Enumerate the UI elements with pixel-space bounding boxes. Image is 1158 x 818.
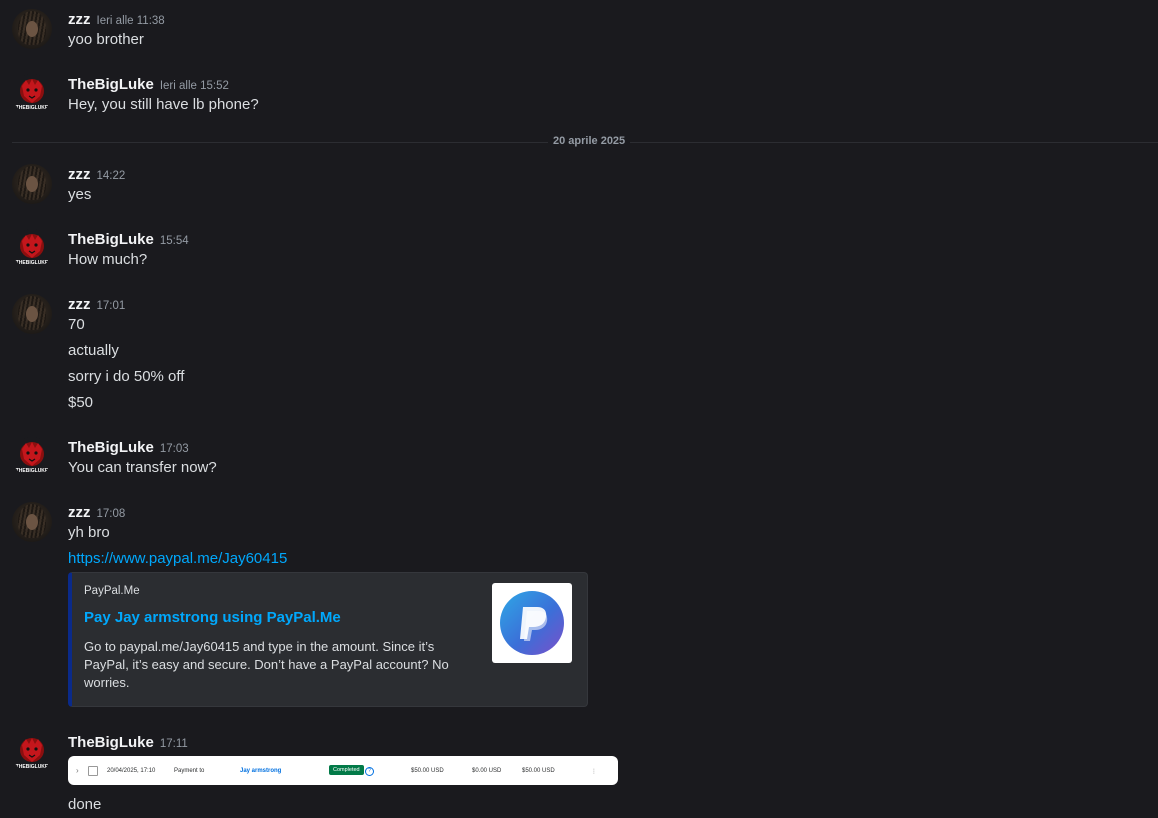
author-name[interactable]: TheBigLuke (68, 734, 154, 751)
more-options-icon: ⋮ (591, 769, 597, 775)
chevron-right-icon: › (76, 766, 79, 775)
avatar-zzz[interactable] (12, 502, 52, 542)
message-text: yoo brother (68, 31, 144, 48)
author-name[interactable]: zzz (68, 11, 91, 28)
embed-description: Go to paypal.me/Jay60415 and type in the… (84, 639, 449, 690)
lion-logo-icon: THEBIGLUKE (16, 738, 49, 770)
message-text: $50 (68, 394, 94, 411)
author-name[interactable]: zzz (68, 166, 91, 183)
payment-net: $50.00 USD (522, 768, 555, 774)
avatar-thebigluke[interactable]: THEBIGLUKE (12, 437, 52, 477)
payment-fee: $0.00 USD (472, 768, 502, 774)
message-text: done (68, 796, 102, 813)
help-icon: ? (365, 767, 374, 776)
message-text: sorry i do 50% off (68, 368, 185, 385)
svg-text:THEBIGLUKE: THEBIGLUKE (16, 260, 49, 266)
author-name[interactable]: zzz (68, 296, 91, 313)
message-text: How much? (68, 251, 148, 268)
lion-logo-icon: THEBIGLUKE (16, 442, 49, 474)
author-name[interactable]: TheBigLuke (68, 439, 154, 456)
avatar-zzz[interactable] (12, 294, 52, 334)
embed-title-link[interactable]: Pay Jay armstrong using PayPal.Me (84, 609, 341, 626)
message-header: zzz 17:08 (68, 504, 125, 522)
timestamp: 17:01 (96, 300, 126, 312)
message-text: You can transfer now? (68, 459, 217, 476)
timestamp: Ieri alle 15:52 (159, 80, 229, 92)
timestamp: 15:54 (159, 235, 189, 247)
message-text: 70 (68, 316, 85, 333)
message-text: yes (68, 186, 92, 203)
author-name[interactable]: TheBigLuke (68, 76, 154, 93)
message-header: zzz 17:01 (68, 296, 125, 314)
avatar-zzz[interactable] (12, 9, 52, 49)
avatar-zzz[interactable] (12, 164, 52, 204)
timestamp: 14:22 (96, 170, 126, 182)
payment-screenshot-attachment[interactable]: › 20/04/2025, 17:10 Payment to Jay armst… (68, 756, 618, 785)
timestamp: 17:03 (159, 443, 189, 455)
payment-date: 20/04/2025, 17:10 (107, 768, 156, 774)
paypal-link[interactable]: https://www.paypal.me/Jay60415 (68, 550, 287, 567)
svg-text:THEBIGLUKE: THEBIGLUKE (16, 764, 49, 770)
checkbox-icon (88, 766, 98, 776)
message-header: TheBigLuke 17:03 (68, 439, 189, 457)
message-header: TheBigLuke 17:11 (68, 734, 188, 752)
lion-logo-icon: THEBIGLUKE (16, 234, 49, 266)
timestamp: Ieri alle 11:38 (96, 15, 165, 27)
status-badge: Completed (329, 765, 364, 775)
author-name[interactable]: TheBigLuke (68, 231, 154, 248)
timestamp: 17:08 (96, 508, 126, 520)
message-text: actually (68, 342, 119, 359)
message-text: yh bro (68, 524, 110, 541)
payment-recipient: Jay armstrong (240, 768, 282, 774)
payment-gross: $50.00 USD (411, 768, 444, 774)
message-header: zzz 14:22 (68, 166, 125, 184)
timestamp: 17:11 (159, 738, 188, 750)
embed-provider[interactable]: PayPal.Me (84, 585, 140, 597)
avatar-thebigluke[interactable]: THEBIGLUKE (12, 229, 52, 269)
date-divider-label: 20 aprile 2025 (548, 135, 631, 147)
message-text: Hey, you still have lb phone? (68, 96, 259, 113)
payment-type: Payment to (174, 768, 205, 774)
lion-logo-icon: THEBIGLUKE (16, 79, 49, 111)
author-name[interactable]: zzz (68, 504, 91, 521)
message-header: zzz Ieri alle 11:38 (68, 11, 165, 29)
svg-text:THEBIGLUKE: THEBIGLUKE (16, 105, 49, 111)
svg-text:THEBIGLUKE: THEBIGLUKE (16, 468, 49, 474)
paypal-logo-icon (500, 591, 564, 655)
avatar-thebigluke[interactable]: THEBIGLUKE (12, 733, 52, 773)
message-header: TheBigLuke 15:54 (68, 231, 189, 249)
link-embed: PayPal.Me Pay Jay armstrong using PayPal… (68, 572, 588, 707)
avatar-thebigluke[interactable]: THEBIGLUKE (12, 74, 52, 114)
embed-thumbnail[interactable] (492, 583, 572, 663)
message-header: TheBigLuke Ieri alle 15:52 (68, 76, 229, 94)
